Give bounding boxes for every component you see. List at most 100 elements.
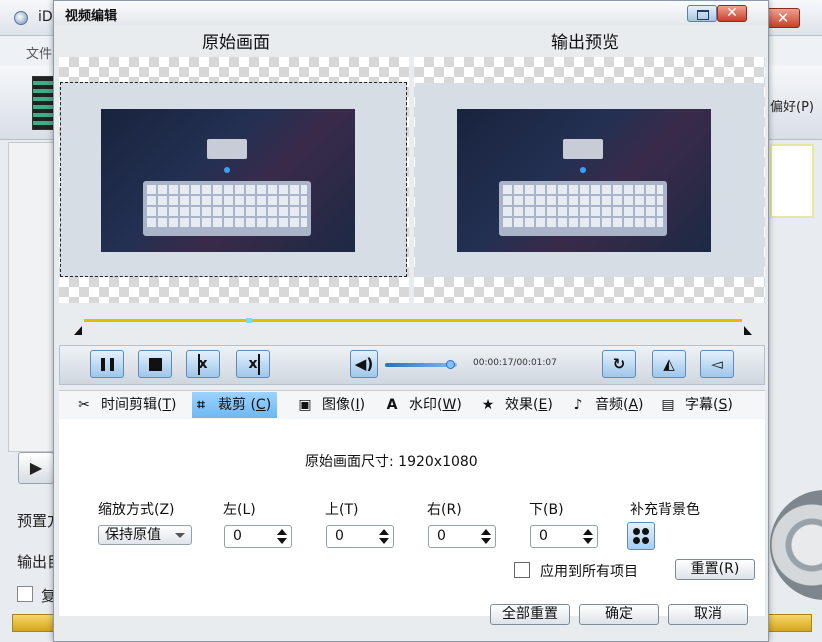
keyboard-row [147, 218, 307, 227]
tab-effect[interactable]: ★ 效果(E) [479, 392, 553, 418]
tab-label: 裁剪 ( [218, 397, 256, 413]
tab-hotkey: W [442, 397, 457, 413]
time-readout: 00:00:17/00:01:07 [473, 358, 557, 368]
keyboard-row [503, 196, 663, 205]
tab-image[interactable]: ▣ 图像(I) [296, 392, 365, 418]
dialog-titlebar [54, 1, 768, 25]
spin-arrows-icon[interactable] [582, 528, 594, 545]
maximize-button[interactable] [687, 5, 717, 22]
keyboard-row [503, 218, 663, 227]
video-edit-dialog: 视频编辑 ✕ 原始画面 输出预览 x x ◀) 00:00:17/00:01:0… [53, 0, 769, 642]
app-icon [14, 11, 28, 25]
dot-icon [642, 528, 649, 535]
original-size-text: 原始画面尺寸: 1920x1080 [305, 454, 478, 470]
bottom-spinbox[interactable]: 0 [530, 525, 598, 548]
spin-arrows-icon[interactable] [480, 528, 492, 545]
tab-crop[interactable]: ⌗ 裁剪 (C) [192, 392, 278, 418]
keyboard-row [503, 185, 663, 194]
top-value: 0 [335, 528, 344, 544]
tab-label: 图像( [322, 397, 356, 413]
reset-all-button[interactable]: 全部重置 [490, 604, 570, 625]
tab-label-suffix: ) [456, 397, 462, 413]
original-video-frame[interactable] [60, 82, 407, 277]
reset-button[interactable]: 重置(R) [675, 559, 755, 580]
flip-horizontal-button[interactable]: ◭ [652, 350, 686, 378]
tab-hotkey: T [162, 397, 172, 413]
dialog-title: 视频编辑 [65, 9, 118, 24]
fill-background-label: 补充背景色 [630, 502, 700, 518]
progress-bar-right [768, 614, 812, 632]
scale-mode-value: 保持原值 [105, 527, 161, 543]
chevron-down-icon [175, 533, 185, 538]
stop-button[interactable] [138, 350, 172, 378]
timeline-track[interactable] [84, 319, 742, 322]
dot-icon [633, 528, 640, 535]
watermark-icon: A [386, 397, 398, 413]
tab-trim[interactable]: ✂ 时间剪辑(T) [75, 392, 177, 418]
flip-vertical-button[interactable]: ◅ [700, 350, 734, 378]
trim-end-marker[interactable] [744, 326, 752, 335]
tab-watermark[interactable]: A 水印(W) [383, 392, 462, 418]
tab-strip: ✂ 时间剪辑(T) ⌗ 裁剪 (C) ▣ 图像(I) A 水印(W) ★ 效果(E) ♪ 音… [59, 391, 765, 419]
rotate-icon: ↻ [612, 355, 626, 373]
scissors-icon: ✂ [78, 397, 90, 413]
left-spinbox[interactable]: 0 [224, 525, 292, 548]
star-icon: ★ [481, 397, 495, 413]
spin-arrows-icon[interactable] [378, 528, 390, 545]
pause-button[interactable] [90, 350, 124, 378]
main-checkbox[interactable] [17, 586, 33, 602]
right-spinbox[interactable]: 0 [428, 525, 496, 548]
screen-card [563, 139, 603, 159]
left-label: 左(L) [223, 502, 256, 518]
background-color-button[interactable] [627, 522, 655, 550]
ok-button[interactable]: 确定 [579, 604, 659, 625]
convert-disc-button[interactable] [770, 490, 822, 600]
dialog-close-button[interactable]: ✕ [717, 5, 747, 22]
tab-hotkey: E [538, 397, 548, 413]
timeline-playhead[interactable] [245, 318, 252, 323]
pause-icon [101, 358, 114, 371]
flip-vertical-icon: ◅ [711, 355, 723, 373]
mark-out-button[interactable]: x [236, 350, 270, 378]
video-thumbnail [101, 109, 355, 252]
main-play-button[interactable]: ▶ [18, 452, 54, 484]
apply-all-checkbox[interactable] [514, 562, 530, 578]
screen-dot [224, 167, 230, 173]
volume-button[interactable]: ◀) [350, 350, 378, 378]
tab-subtitle[interactable]: ▤ 字幕(S) [659, 392, 732, 418]
edit-tabs-panel: ✂ 时间剪辑(T) ⌗ 裁剪 (C) ▣ 图像(I) A 水印(W) ★ 效果(E) ♪ 音… [59, 390, 765, 616]
video-thumbnail [457, 109, 711, 252]
rotate-button[interactable]: ↻ [602, 350, 636, 378]
keyboard-row [147, 196, 307, 205]
output-video-frame [415, 83, 764, 277]
keyboard-row [147, 185, 307, 194]
mark-out-icon: x [245, 354, 261, 375]
image-icon: ▣ [298, 397, 312, 413]
tab-label: 字幕( [685, 397, 719, 413]
scale-mode-select[interactable]: 保持原值 [98, 525, 192, 545]
top-spinbox[interactable]: 0 [326, 525, 394, 548]
tab-label-suffix: ) [638, 397, 644, 413]
screen-card [207, 139, 247, 159]
right-value: 0 [437, 528, 446, 544]
top-label: 上(T) [325, 502, 359, 518]
tab-label: 效果( [505, 397, 539, 413]
preferences-button[interactable]: 偏好(P) [770, 96, 814, 115]
tab-label: 音频( [595, 397, 629, 413]
main-close-button[interactable]: ✕ [766, 8, 800, 28]
mark-in-button[interactable]: x [186, 350, 220, 378]
speaker-icon: ◀) [354, 355, 374, 373]
tab-audio[interactable]: ♪ 音频(A) [569, 392, 644, 418]
file-list-panel [8, 142, 54, 452]
mark-in-icon: x [195, 354, 211, 375]
spin-arrows-icon[interactable] [276, 528, 288, 545]
trim-start-marker[interactable] [74, 326, 82, 335]
music-note-icon: ♪ [573, 397, 583, 413]
tab-label-suffix: ) [265, 397, 272, 413]
cancel-button[interactable]: 取消 [668, 604, 748, 625]
apply-all-label: 应用到所有项目 [540, 564, 638, 580]
tab-label-suffix: ) [171, 397, 177, 413]
volume-knob[interactable] [445, 360, 455, 369]
bottom-label: 下(B) [529, 502, 564, 518]
tab-hotkey: C [255, 397, 266, 413]
